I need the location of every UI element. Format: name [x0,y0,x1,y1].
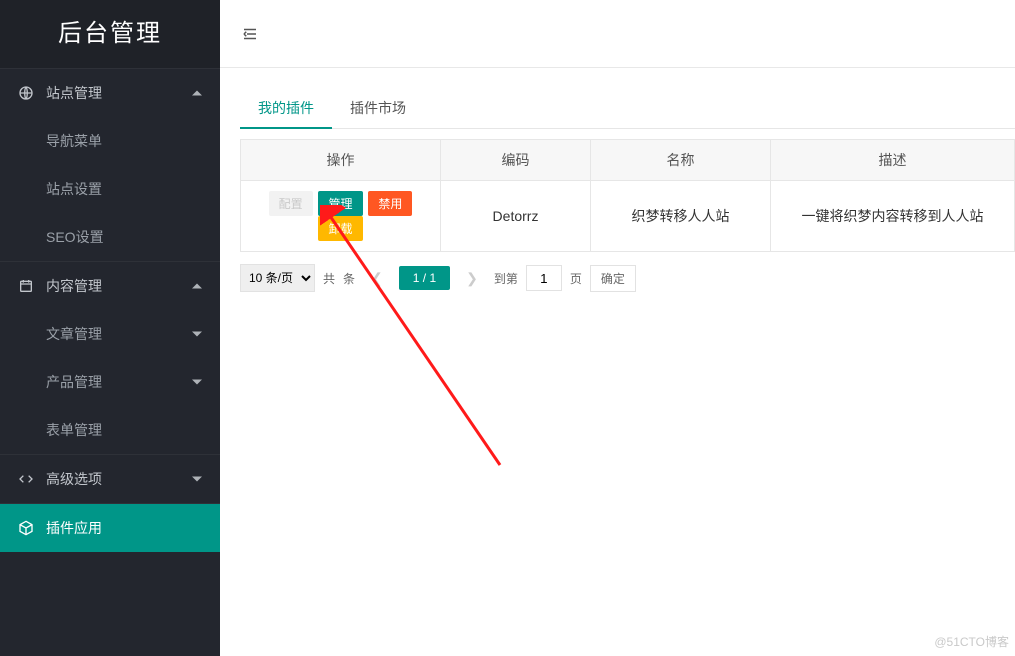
sidebar-item-content[interactable]: 内容管理 [0,261,220,310]
main: 我的插件 插件市场 操作 编码 名称 描述 配置 管理 禁用 卸载 [220,0,1015,656]
th-action: 操作 [241,140,441,181]
globe-icon [18,85,34,101]
tab-plugin-market[interactable]: 插件市场 [332,88,424,128]
sidebar-item-label: 文章管理 [46,324,102,344]
plugins-table: 操作 编码 名称 描述 配置 管理 禁用 卸载 Detorrz 织梦转移人人站 [240,139,1015,252]
sidebar-item-label: 表单管理 [46,420,102,440]
sidebar-item-label: 高级选项 [46,469,102,489]
table-row: 配置 管理 禁用 卸载 Detorrz 织梦转移人人站 一键将织梦内容转移到人人… [241,181,1015,252]
calendar-icon [18,278,34,294]
logo: 后台管理 [0,0,220,68]
sidebar: 后台管理 站点管理 导航菜单 站点设置 SEO设置 内容管理 文章管理 产品管理… [0,0,220,656]
goto-prefix: 到第 [494,270,518,287]
page-size-select[interactable]: 10 条/页 [240,264,315,292]
watermark: @51CTO博客 [934,633,1009,650]
config-button: 配置 [269,191,313,216]
uninstall-button[interactable]: 卸载 [318,216,362,241]
pager: 10 条/页 共 条 ❮ 1 / 1 ❯ 到第 页 确定 [240,252,1015,304]
topbar [220,0,1015,68]
chevron-down-icon [192,332,202,337]
td-name: 织梦转移人人站 [591,181,771,252]
sidebar-item-label: 站点管理 [46,83,102,103]
td-code: Detorrz [441,181,591,252]
th-desc: 描述 [771,140,1015,181]
sidebar-item-label: SEO设置 [46,227,104,247]
sidebar-item-site[interactable]: 站点管理 [0,68,220,117]
sidebar-item-seo-settings[interactable]: SEO设置 [0,213,220,261]
sidebar-item-articles[interactable]: 文章管理 [0,310,220,358]
sidebar-item-forms[interactable]: 表单管理 [0,406,220,454]
sidebar-item-advanced[interactable]: 高级选项 [0,454,220,503]
tabs: 我的插件 插件市场 [240,88,1015,129]
td-action: 配置 管理 禁用 卸载 [241,181,441,252]
next-page-button[interactable]: ❯ [458,270,486,287]
manage-button[interactable]: 管理 [318,191,362,216]
menu-toggle-button[interactable] [236,20,264,48]
content: 我的插件 插件市场 操作 编码 名称 描述 配置 管理 禁用 卸载 [220,68,1015,656]
prev-page-button[interactable]: ❮ [363,270,391,287]
total-prefix: 共 [323,270,335,287]
chevron-up-icon [192,91,202,96]
code-icon [18,471,34,487]
sidebar-item-label: 产品管理 [46,372,102,392]
sidebar-item-label: 内容管理 [46,276,102,296]
goto-page-input[interactable] [526,265,562,291]
sidebar-item-plugins[interactable]: 插件应用 [0,503,220,552]
sidebar-item-site-settings[interactable]: 站点设置 [0,165,220,213]
chevron-down-icon [192,380,202,385]
tab-my-plugins[interactable]: 我的插件 [240,88,332,128]
th-name: 名称 [591,140,771,181]
sidebar-item-products[interactable]: 产品管理 [0,358,220,406]
sidebar-item-label: 插件应用 [46,518,102,538]
chevron-down-icon [192,477,202,482]
goto-suffix: 页 [570,270,582,287]
th-code: 编码 [441,140,591,181]
goto-confirm-button[interactable]: 确定 [590,265,636,292]
current-page: 1 / 1 [399,266,450,290]
td-desc: 一键将织梦内容转移到人人站 [771,181,1015,252]
sidebar-item-nav-menu[interactable]: 导航菜单 [0,117,220,165]
sidebar-item-label: 导航菜单 [46,131,102,151]
total-suffix: 条 [343,270,355,287]
sidebar-item-label: 站点设置 [46,179,102,199]
chevron-up-icon [192,284,202,289]
table-header-row: 操作 编码 名称 描述 [241,140,1015,181]
cube-icon [18,520,34,536]
disable-button[interactable]: 禁用 [368,191,412,216]
